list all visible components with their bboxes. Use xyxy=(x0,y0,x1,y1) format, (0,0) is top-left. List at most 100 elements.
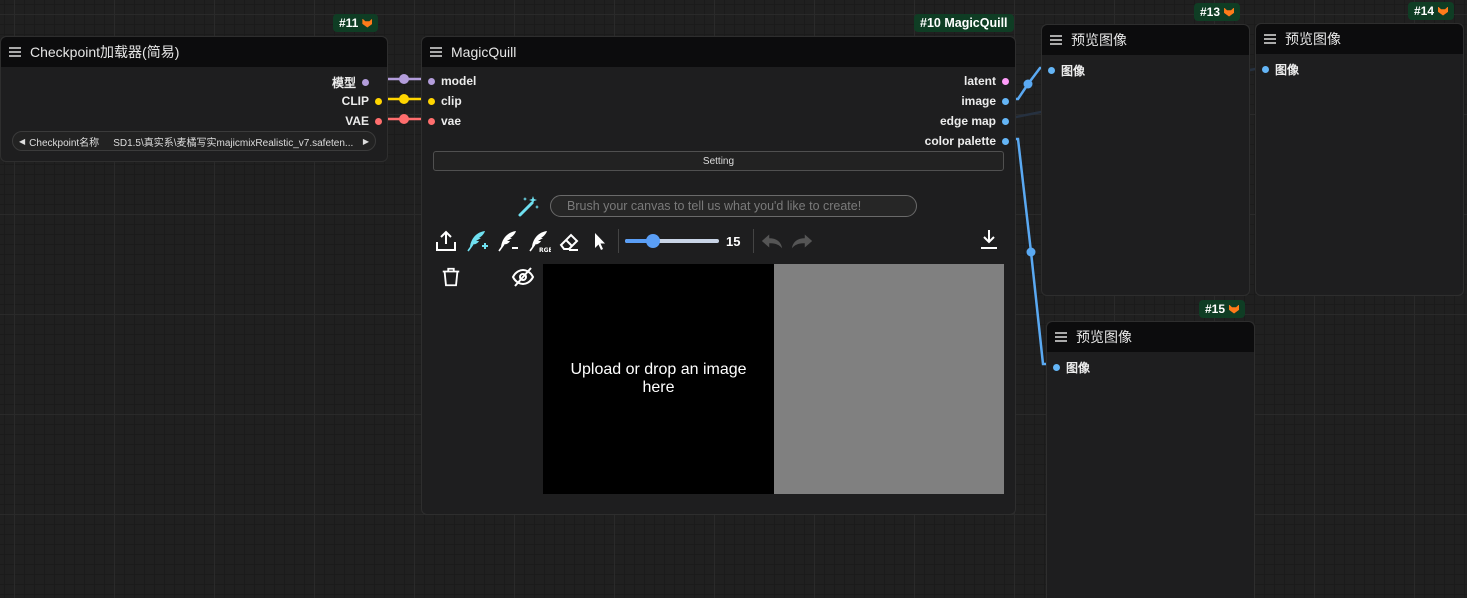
slot-dot[interactable] xyxy=(1002,77,1009,85)
node-header[interactable]: 预览图像 xyxy=(1047,322,1254,352)
slot-dot[interactable] xyxy=(1048,67,1055,74)
node-badge-13: #13 xyxy=(1194,3,1241,21)
slot-label: 图像 xyxy=(1061,64,1086,78)
menu-icon[interactable] xyxy=(1050,35,1062,45)
node-id-label: #11 xyxy=(339,16,359,30)
node-badge-14: #14 xyxy=(1408,2,1455,20)
node-header[interactable]: Checkpoint加载器(简易) xyxy=(1,37,387,67)
slot-label: vae xyxy=(441,114,462,128)
node-id-label: #15 xyxy=(1205,302,1226,316)
slot-dot[interactable] xyxy=(1262,66,1269,73)
arrow-right-icon[interactable]: ▶ xyxy=(363,137,369,146)
combo-value: SD1.5\真实系\麦橘写实majicmixRealistic_v7.safet… xyxy=(113,137,354,149)
node-preview-image-15[interactable]: 预览图像 图像 xyxy=(1046,321,1255,598)
slot-dot[interactable] xyxy=(375,117,382,125)
output-slot-model[interactable]: 模型 xyxy=(332,74,369,91)
brush-subtract-icon[interactable] xyxy=(496,229,520,253)
wire-model-midpoint xyxy=(399,74,409,84)
undo-icon[interactable] xyxy=(760,229,784,253)
brush-rgb-icon[interactable]: RGB xyxy=(527,229,551,253)
slot-dot[interactable] xyxy=(375,97,382,105)
node-badge-15: #15 xyxy=(1199,300,1246,318)
brush-size-value: 15 xyxy=(726,234,741,249)
output-slot-latent[interactable]: latent xyxy=(964,74,1009,88)
slot-dot[interactable] xyxy=(428,77,435,85)
node-header[interactable]: MagicQuill xyxy=(422,37,1015,67)
input-slot-clip[interactable]: clip xyxy=(428,94,462,108)
redo-icon[interactable] xyxy=(790,229,814,253)
image-upload-area[interactable]: Upload or drop an image here xyxy=(543,264,774,494)
menu-icon[interactable] xyxy=(1055,332,1067,342)
node-title: 预览图像 xyxy=(1071,32,1127,48)
input-slot-image[interactable]: 图像 xyxy=(1048,62,1085,79)
slot-dot[interactable] xyxy=(428,97,435,105)
input-slot-model[interactable]: model xyxy=(428,74,476,88)
setting-button[interactable]: Setting xyxy=(433,151,1004,171)
slot-label: image xyxy=(961,94,996,108)
node-checkpoint-loader[interactable]: Checkpoint加载器(简易) 模型 CLIP VAE ◀ Checkpoi… xyxy=(0,36,388,162)
menu-icon[interactable] xyxy=(1264,34,1276,44)
output-slot-image[interactable]: image xyxy=(961,94,1009,108)
wire-image-midpoint xyxy=(1023,79,1033,89)
brush-size-slider[interactable] xyxy=(625,233,721,249)
download-icon[interactable] xyxy=(977,227,1001,251)
wire-clip-midpoint xyxy=(399,94,409,104)
checkpoint-name-combo[interactable]: ◀ Checkpoint名称 SD1.5\真实系\麦橘写实majicmixRea… xyxy=(12,131,376,151)
slot-label: clip xyxy=(441,94,462,108)
fox-icon xyxy=(362,18,373,28)
upload-hint-text: Upload or drop an image here xyxy=(570,361,747,396)
svg-text:RGB: RGB xyxy=(539,247,551,253)
output-slot-color-palette[interactable]: color palette xyxy=(925,134,1009,148)
upload-icon[interactable] xyxy=(434,229,458,253)
menu-icon[interactable] xyxy=(9,47,21,57)
node-badge-10: #10 MagicQuill xyxy=(914,14,1014,32)
prompt-input[interactable]: Brush your canvas to tell us what you'd … xyxy=(550,195,917,217)
slot-dot[interactable] xyxy=(1002,137,1009,145)
slot-label: color palette xyxy=(924,134,996,148)
node-magicquill[interactable]: MagicQuill model clip vae latent image e… xyxy=(421,36,1016,515)
input-slot-image[interactable]: 图像 xyxy=(1053,359,1090,376)
node-preview-image-14[interactable]: 预览图像 图像 xyxy=(1255,23,1464,296)
fox-icon xyxy=(1229,304,1240,314)
slot-dot[interactable] xyxy=(1002,97,1009,105)
output-slot-edge-map[interactable]: edge map xyxy=(940,114,1009,128)
slot-label: 模型 xyxy=(331,76,356,90)
preview-canvas-area[interactable] xyxy=(774,264,1004,494)
toolbar-divider xyxy=(753,229,754,253)
node-title: MagicQuill xyxy=(451,44,517,60)
brush-add-icon[interactable] xyxy=(465,229,489,253)
slot-label: VAE xyxy=(345,114,369,128)
slot-label: 图像 xyxy=(1066,361,1091,375)
magic-wand-icon[interactable] xyxy=(517,194,541,218)
input-slot-vae[interactable]: vae xyxy=(428,114,461,128)
trash-icon[interactable] xyxy=(439,265,463,289)
slot-dot[interactable] xyxy=(1002,117,1009,125)
slot-label: 图像 xyxy=(1275,63,1300,77)
menu-icon[interactable] xyxy=(430,47,442,57)
node-id-label: #13 xyxy=(1200,5,1221,19)
node-header[interactable]: 预览图像 xyxy=(1042,25,1249,55)
slot-label: model xyxy=(441,74,477,88)
eye-off-icon[interactable] xyxy=(511,265,535,289)
node-badge-11: #11 xyxy=(333,14,379,32)
slot-dot[interactable] xyxy=(1053,364,1060,371)
arrow-left-icon[interactable]: ◀ xyxy=(19,137,25,146)
toolbar-divider xyxy=(618,229,619,253)
slot-label: edge map xyxy=(939,114,996,128)
wire-color-palette-midpoint xyxy=(1026,247,1036,257)
input-slot-image[interactable]: 图像 xyxy=(1262,61,1299,78)
slider-thumb[interactable] xyxy=(646,234,660,248)
output-slot-vae[interactable]: VAE xyxy=(345,114,382,128)
node-title: Checkpoint加载器(简易) xyxy=(30,44,180,60)
node-header[interactable]: 预览图像 xyxy=(1256,24,1463,54)
slot-dot[interactable] xyxy=(428,117,435,125)
node-preview-image-13[interactable]: 预览图像 图像 xyxy=(1041,24,1250,296)
node-id-label: #10 MagicQuill xyxy=(920,16,1008,30)
fox-icon xyxy=(1438,6,1449,16)
output-slot-clip[interactable]: CLIP xyxy=(342,94,382,108)
slot-dot[interactable] xyxy=(362,79,369,86)
pointer-icon[interactable] xyxy=(588,229,612,253)
node-title: 预览图像 xyxy=(1076,329,1132,345)
slot-label: latent xyxy=(963,74,996,88)
eraser-icon[interactable] xyxy=(557,229,581,253)
